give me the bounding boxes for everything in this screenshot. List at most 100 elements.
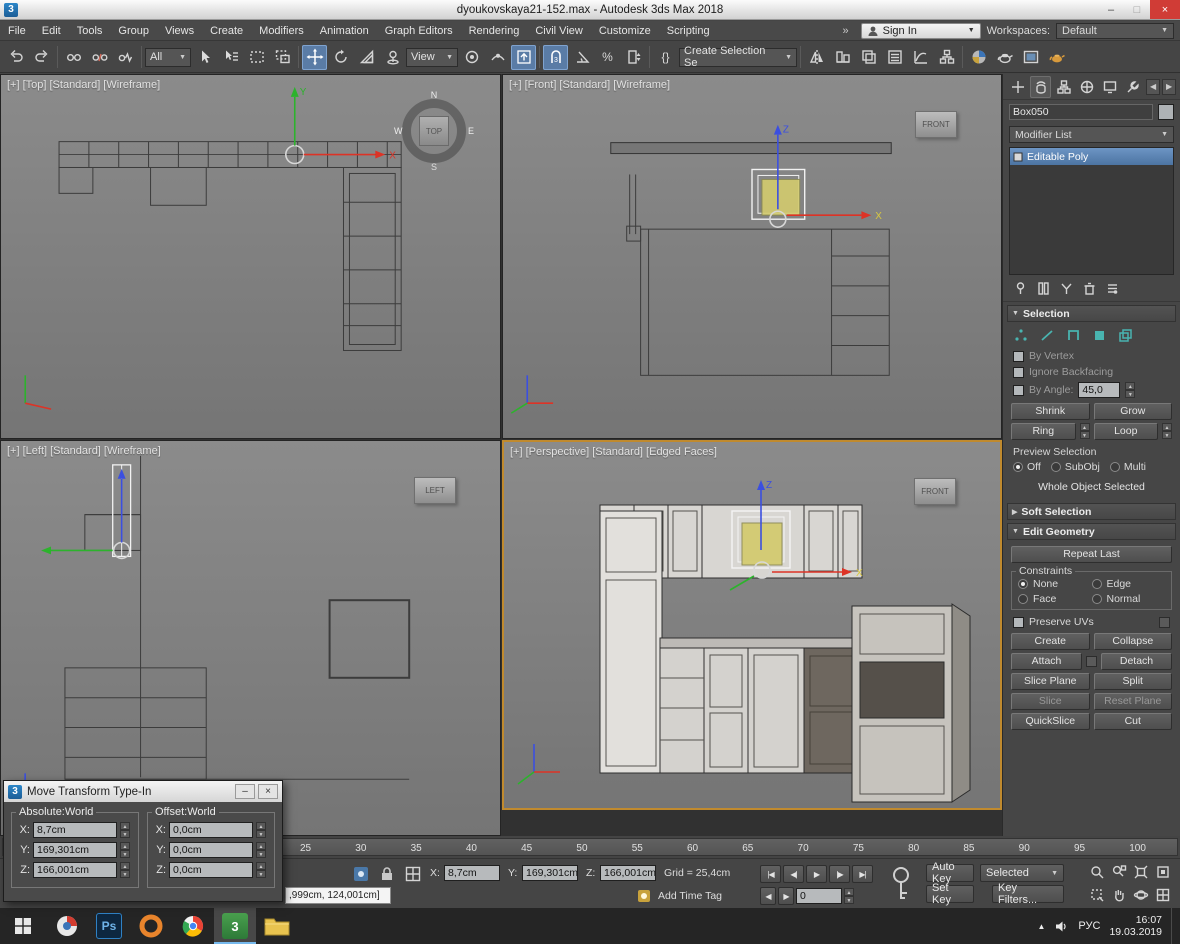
bind-to-spacewarp-icon[interactable] (113, 45, 138, 70)
show-end-result-icon[interactable] (1036, 281, 1051, 296)
use-pivot-center-icon[interactable] (459, 45, 484, 70)
viewport-left[interactable]: [+] [Left] [Standard] [Wireframe] LEFT (0, 440, 501, 836)
start-button[interactable] (0, 908, 46, 944)
edit-geometry-rollout-header[interactable]: ▼ Edit Geometry (1007, 523, 1176, 540)
material-editor-icon[interactable] (966, 45, 991, 70)
select-by-name-icon[interactable] (218, 45, 243, 70)
move-transform-type-in-dialog[interactable]: 3 Move Transform Type-In – × Absolute:Wo… (3, 780, 283, 902)
zoom-region-icon[interactable] (1086, 885, 1107, 905)
panel-scroll-left-icon[interactable]: ◀ (1146, 78, 1161, 95)
preview-off-radio[interactable] (1013, 462, 1023, 472)
mirror-icon[interactable] (804, 45, 829, 70)
pin-stack-icon[interactable] (1013, 281, 1028, 296)
viewcube-west-label[interactable]: W (394, 126, 403, 136)
menu-views[interactable]: Views (157, 25, 202, 37)
curve-editor-icon[interactable] (908, 45, 933, 70)
offset-z-spinner[interactable]: ▲ ▼ (256, 862, 266, 878)
rectangular-selection-region-icon[interactable] (244, 45, 269, 70)
rendered-frame-window-icon[interactable] (1018, 45, 1043, 70)
create-button[interactable]: Create (1011, 633, 1090, 650)
absolute-x-field[interactable]: 8,7cm (33, 822, 117, 838)
percent-snap-toggle-icon[interactable]: % (595, 45, 620, 70)
repeat-last-button[interactable]: Repeat Last (1011, 546, 1172, 563)
play-button[interactable]: ▶ (806, 865, 827, 883)
object-color-swatch[interactable] (1158, 104, 1174, 120)
ring-button[interactable]: Ring (1011, 423, 1076, 440)
menu-civil-view[interactable]: Civil View (527, 25, 590, 37)
border-mode-icon[interactable] (1065, 327, 1082, 344)
spinner-snap-toggle-icon[interactable] (621, 45, 646, 70)
absolute-z-spinner[interactable]: ▲ ▼ (120, 862, 130, 878)
link-icon[interactable] (61, 45, 86, 70)
edit-named-selection-sets-icon[interactable]: {} (653, 45, 678, 70)
reference-coordinate-system-dropdown[interactable]: View ▼ (406, 47, 458, 67)
offset-z-field[interactable]: 0,0cm (169, 862, 253, 878)
menu-group[interactable]: Group (110, 25, 157, 37)
stack-item-editable-poly[interactable]: Editable Poly (1010, 148, 1173, 165)
previous-frame-button[interactable]: ◀| (783, 865, 804, 883)
absolute-y-spinner[interactable]: ▲ ▼ (120, 842, 130, 858)
viewcube-perspective-box[interactable]: FRONT (914, 478, 956, 505)
slice-plane-button[interactable]: Slice Plane (1011, 673, 1090, 690)
remove-modifier-icon[interactable] (1082, 281, 1097, 296)
menubar-overflow-icon[interactable]: » (837, 25, 855, 37)
menu-customize[interactable]: Customize (591, 25, 659, 37)
taskbar-orange-app-icon[interactable] (130, 908, 172, 944)
sign-in-dropdown-icon[interactable]: ▼ (968, 27, 975, 34)
element-mode-icon[interactable] (1117, 327, 1134, 344)
menu-create[interactable]: Create (202, 25, 251, 37)
ignore-backfacing-checkbox[interactable] (1013, 366, 1024, 378)
set-key-button[interactable]: Set Key (926, 882, 974, 906)
vertex-mode-icon[interactable] (1013, 327, 1030, 344)
align-icon[interactable] (830, 45, 855, 70)
object-name-field[interactable]: Box050 (1009, 104, 1153, 120)
schematic-view-icon[interactable] (934, 45, 959, 70)
select-and-place-icon[interactable] (380, 45, 405, 70)
make-unique-icon[interactable] (1059, 281, 1074, 296)
select-and-scale-icon[interactable] (354, 45, 379, 70)
menu-edit[interactable]: Edit (34, 25, 69, 37)
absolute-mode-toggle-icon[interactable] (404, 865, 422, 883)
clock[interactable]: 16:07 19.03.2019 (1109, 914, 1162, 938)
minimize-button[interactable]: – (1098, 0, 1124, 19)
tab-utilities-icon[interactable] (1123, 76, 1144, 98)
panel-scroll-right-icon[interactable]: ▶ (1162, 78, 1177, 95)
layer-manager-icon[interactable] (856, 45, 881, 70)
modifier-list-dropdown[interactable]: Modifier List ▼ (1009, 126, 1174, 143)
menu-file[interactable]: File (0, 25, 34, 37)
unlink-icon[interactable] (87, 45, 112, 70)
frame-spinner[interactable]: ▲ ▼ (844, 888, 854, 904)
key-filters-button[interactable]: Key Filters... (992, 882, 1064, 906)
configure-modifier-sets-icon[interactable] (1105, 281, 1120, 296)
go-to-start-button[interactable]: |◀ (760, 865, 781, 883)
attach-button[interactable]: Attach (1011, 653, 1082, 670)
maximize-button[interactable]: □ (1124, 0, 1150, 19)
pan-icon[interactable] (1108, 885, 1129, 905)
constraint-none-radio[interactable] (1018, 579, 1028, 589)
window-titlebar[interactable]: 3 dyoukovskaya21-152.max - Autodesk 3ds … (0, 0, 1180, 20)
go-to-end-button[interactable]: ▶| (852, 865, 873, 883)
tab-motion-icon[interactable] (1077, 76, 1098, 98)
loop-button[interactable]: Loop (1093, 423, 1158, 440)
auto-key-button[interactable]: Auto Key (926, 861, 974, 885)
taskbar-chrome-icon[interactable] (172, 908, 214, 944)
detach-button[interactable]: Detach (1101, 653, 1172, 670)
render-production-icon[interactable] (1044, 45, 1069, 70)
named-selection-set-field[interactable]: Create Selection Se ▼ (679, 45, 797, 69)
menu-tools[interactable]: Tools (69, 25, 111, 37)
ring-spinner[interactable]: ▲ ▼ (1079, 423, 1090, 440)
zoom-icon[interactable] (1086, 862, 1107, 882)
absolute-z-field[interactable]: 166,001cm (33, 862, 117, 878)
show-desktop-button[interactable] (1171, 908, 1176, 944)
select-and-manipulate-icon[interactable] (485, 45, 510, 70)
constraint-normal-radio[interactable] (1091, 594, 1102, 604)
key-forward-button[interactable]: ▶ (778, 887, 794, 905)
viewcube-front-box[interactable]: FRONT (915, 111, 957, 138)
time-tag-icon[interactable] (636, 888, 652, 904)
status-y-field[interactable]: 169,301cm (522, 865, 578, 881)
viewcube-north-label[interactable]: N (431, 90, 438, 100)
tab-display-icon[interactable] (1100, 76, 1121, 98)
soft-selection-rollout-header[interactable]: ▶ Soft Selection (1007, 503, 1176, 520)
dialog-close-button[interactable]: × (258, 784, 278, 799)
select-and-move-icon[interactable] (302, 44, 327, 70)
